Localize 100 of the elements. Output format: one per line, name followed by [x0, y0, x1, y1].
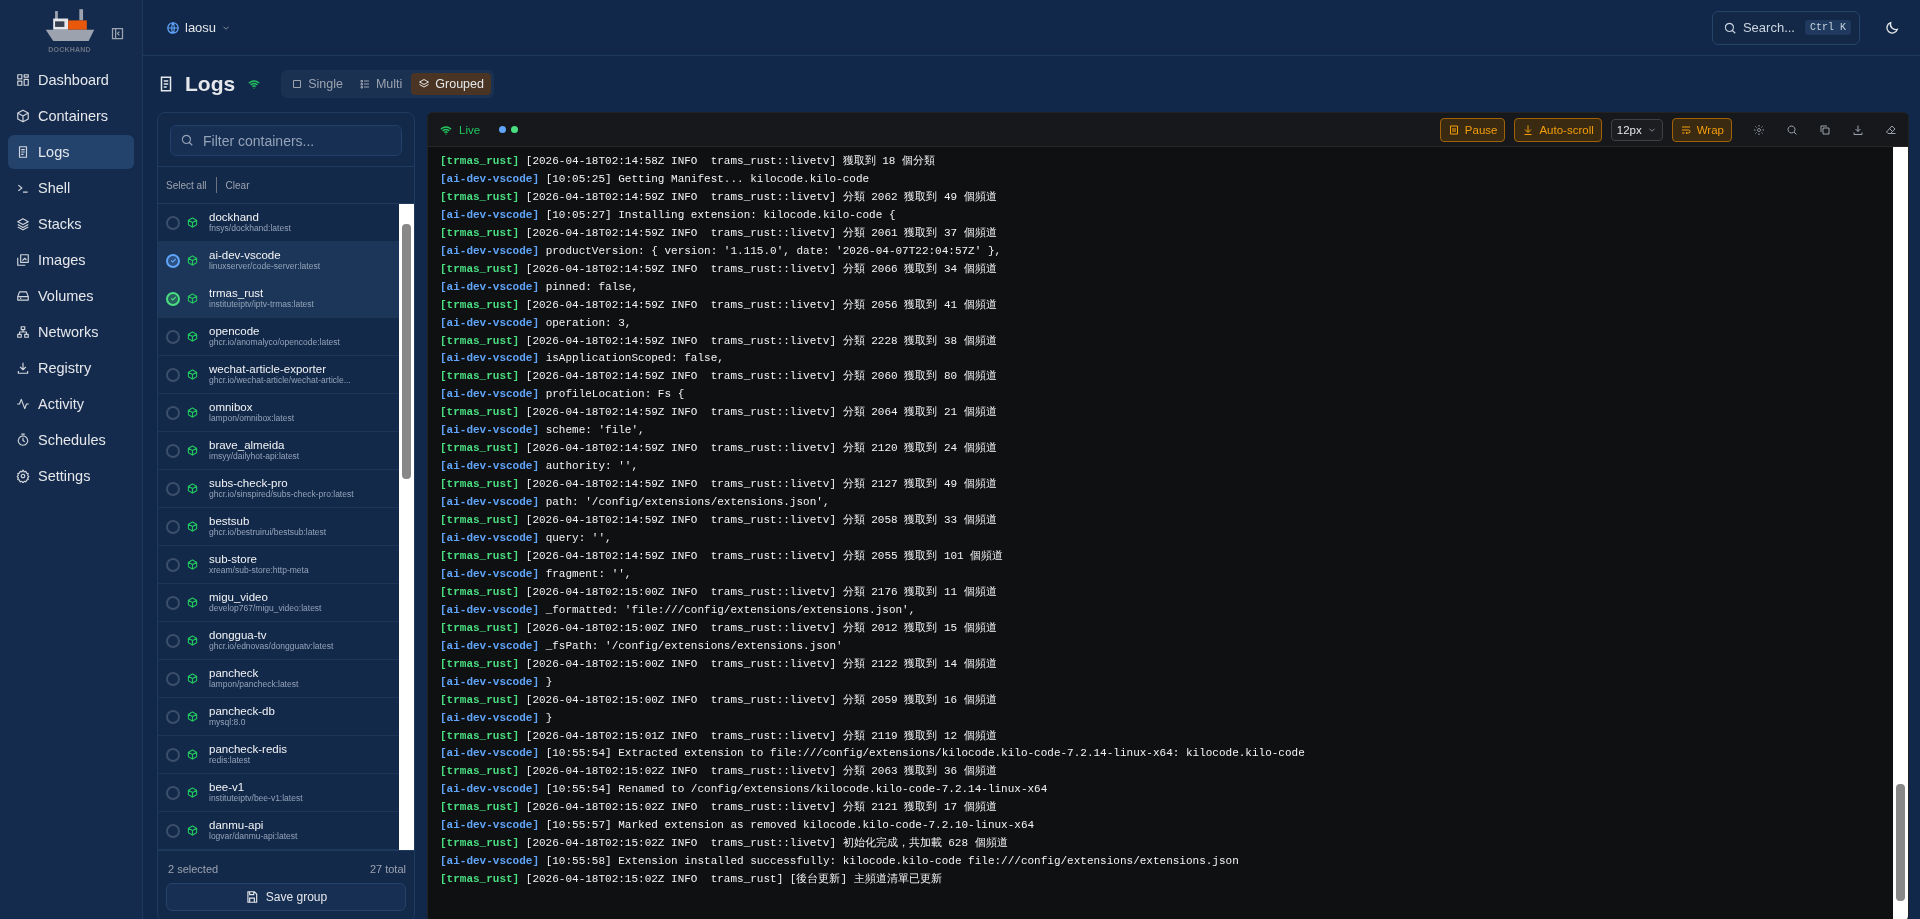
container-image: ghcr.io/bestruirui/bestsub:latest [209, 528, 327, 538]
container-name: migu_video [209, 591, 268, 605]
select-all-link[interactable]: Select all [166, 179, 207, 191]
container-name: dockhand [209, 211, 260, 224]
log-line: [trmas_rust] [2026-04-18T02:14:59Z INFO trams_rust::livetv] 分類 2060 獲取到 80 個頻道 [440, 369, 998, 385]
log-line: [ai-dev-vscode] } [440, 674, 554, 690]
shortcut-key: Ctrl K [1805, 20, 1851, 35]
wrap-icon [1679, 123, 1692, 136]
log-line: [trmas_rust] [2026-04-18T02:14:59Z INFO trams_rust::livetv] 分類 2056 獲取到 41 個頻道 [440, 297, 998, 313]
log-line: [trmas_rust] [2026-04-18T02:15:02Z INFO trams_rust] [後台更新] 主頻道清單已更新 [440, 872, 943, 888]
mode-tab[interactable]: Single [284, 73, 350, 95]
log-line: [ai-dev-vscode] authority: '', [440, 459, 640, 475]
search-icon[interactable] [1786, 123, 1798, 136]
log-line: [trmas_rust] [2026-04-18T02:15:02Z INFO trams_rust::livetv] 分類 2121 獲取到 17 個頻道 [440, 800, 998, 816]
filter-field[interactable]: Filter containers... [170, 125, 402, 156]
font-size-select[interactable]: 12px [1610, 118, 1663, 141]
log-line: [trmas_rust] [2026-04-18T02:14:59Z INFO trams_rust::livetv] 分類 2066 獲取到 34 個頻道 [440, 261, 998, 277]
log-line: [ai-dev-vscode] _fsPath: '/config/extensions/extensions.json' [440, 638, 844, 654]
container-image: xream/sub-store:http-meta [209, 566, 309, 576]
nav-item[interactable]: Images [8, 243, 134, 277]
log-line: [trmas_rust] [2026-04-18T02:15:00Z INFO trams_rust::livetv] 分類 2059 獲取到 16 個頻道 [440, 692, 998, 708]
log-line: [trmas_rust] [2026-04-18T02:14:58Z INFO trams_rust::livetv] 獲取到 18 個分類 [440, 154, 937, 169]
download-icon[interactable] [1852, 123, 1864, 136]
sidebar-toggle-icon[interactable] [109, 26, 125, 41]
nav-item[interactable]: Shell [8, 171, 134, 205]
globe-icon [166, 20, 180, 35]
settings-icon [16, 469, 30, 483]
container-name: bestsub [209, 515, 251, 528]
eraser-icon[interactable] [1885, 123, 1897, 136]
container-image: imsyy/dailyhot-api:latest [209, 452, 300, 462]
mode-tab[interactable]: Multi [351, 73, 410, 95]
nav-item[interactable]: Logs [8, 135, 134, 169]
log-line: [ai-dev-vscode] pinned: false, [440, 279, 640, 295]
page-title: Logs [185, 72, 236, 96]
nav-item[interactable]: Dashboard [8, 63, 134, 97]
log-line: [ai-dev-vscode] [10:55:57] Marked extension as removed kilocode.kilo-code-7.2.10-linux-x64 [440, 818, 1036, 834]
pause-button[interactable]: Pause [1439, 117, 1506, 142]
nav-item[interactable]: Settings [8, 459, 134, 493]
container-image: ghcr.io/sinspired/subs-check-pro:latest [209, 490, 354, 500]
log-line: [trmas_rust] [2026-04-18T02:14:59Z INFO trams_rust::livetv] 分類 2055 獲取到 101 個頻道 [440, 548, 1005, 564]
log-line: [ai-dev-vscode] productVersion: { version: '1.115.0', date: '2026-04-07T22:04:57Z' }, [440, 243, 1003, 259]
container-image: logvar/danmu-api:latest [209, 832, 298, 842]
container-name: pancheck [209, 667, 259, 681]
mode-tab[interactable]: Grouped [411, 73, 491, 95]
log-line: [trmas_rust] [2026-04-18T02:14:59Z INFO trams_rust::livetv] 分類 2058 獲取到 33 個頻道 [440, 513, 998, 529]
container-name: brave_almeida [209, 439, 285, 453]
log-line: [ai-dev-vscode] } [440, 710, 554, 726]
log-line: [trmas_rust] [2026-04-18T02:15:00Z INFO trams_rust::livetv] 分類 2012 獲取到 15 個頻道 [440, 620, 998, 636]
container-item[interactable]: trmas_rust instituteiptv/iptv-trmas:latest [158, 280, 399, 318]
arrow-down-icon [1522, 123, 1535, 136]
select-circle[interactable] [166, 291, 180, 306]
cube-icon [16, 109, 30, 123]
log-line: [ai-dev-vscode] isApplicationScoped: false, [440, 351, 725, 367]
container-image: redis:latest [209, 756, 251, 766]
sun-icon[interactable] [1753, 123, 1765, 136]
wrap-button[interactable]: Wrap [1671, 117, 1732, 142]
environment-selector[interactable]: laosu [160, 19, 238, 36]
log-line: [ai-dev-vscode] query: '', [440, 531, 613, 546]
square-icon [291, 78, 304, 90]
download-icon [16, 361, 30, 375]
container-name: trmas_rust [209, 287, 264, 301]
auto-scroll-button[interactable]: Auto-scroll [1514, 117, 1602, 142]
pause-icon [1447, 123, 1460, 136]
container-name: subs-check-pro [209, 477, 288, 491]
container-image: linuxserver/code-server:latest [209, 262, 320, 272]
container-name: omnibox [209, 401, 254, 414]
select-circle[interactable] [166, 253, 180, 268]
scrollbar[interactable] [399, 204, 414, 850]
container-name: wechat-article-exporter [209, 363, 326, 377]
nav-item[interactable]: Registry [8, 351, 134, 385]
copy-icon[interactable] [1819, 123, 1831, 136]
layers-icon [16, 217, 30, 231]
container-image: ghcr.io/wechat-article/wechat-article... [209, 376, 351, 386]
drive-icon [16, 289, 30, 303]
log-line: [ai-dev-vscode] fragment: '', [440, 566, 633, 582]
container-name: pancheck-redis [209, 743, 287, 757]
moon-icon[interactable] [1884, 19, 1900, 36]
container-name: pancheck-db [209, 705, 275, 719]
nav-item[interactable]: Stacks [8, 207, 134, 241]
scrollbar[interactable] [1893, 147, 1908, 919]
scroll-icon [16, 145, 30, 159]
log-line: [trmas_rust] [2026-04-18T02:15:00Z INFO trams_rust::livetv] 分類 2176 獲取到 11 個頻道 [440, 584, 998, 600]
log-line: [trmas_rust] [2026-04-18T02:14:59Z INFO trams_rust::livetv] 分類 2061 獲取到 37 個頻道 [440, 225, 998, 241]
search-icon [180, 133, 194, 147]
nav-item[interactable]: Containers [8, 99, 134, 133]
selected-count: 2 selected [168, 863, 219, 875]
search-button[interactable]: Search... Ctrl K [1711, 10, 1860, 45]
nav-item[interactable]: Networks [8, 315, 134, 349]
save-group-button[interactable]: Save group [166, 883, 406, 911]
log-line: [trmas_rust] [2026-04-18T02:14:59Z INFO trams_rust::livetv] 分類 2120 獲取到 24 個頻道 [440, 441, 998, 457]
search-icon [1722, 20, 1737, 35]
clear-link[interactable]: Clear [225, 179, 250, 191]
nav-item[interactable]: Activity [8, 387, 134, 421]
container-image: mysql:8.0 [209, 718, 246, 728]
save-icon [244, 890, 259, 904]
container-name: sub-store [209, 553, 258, 566]
container-item[interactable]: ai-dev-vscode linuxserver/code-server:latest [158, 242, 399, 280]
network-icon [16, 325, 30, 339]
nav-item[interactable]: Schedules [8, 423, 134, 457]
nav-item[interactable]: Volumes [8, 279, 134, 313]
